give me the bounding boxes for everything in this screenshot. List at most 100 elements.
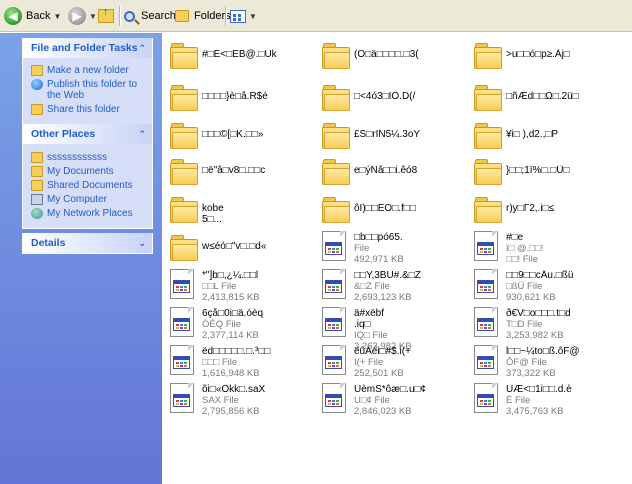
forward-button[interactable]: ▶ ▼: [68, 5, 97, 27]
item-size: 930,621 KB: [506, 292, 556, 303]
item-name: □□Y,3BU#.&□Z: [354, 270, 421, 281]
folder-item[interactable]: w≤éó□"v□.□d«: [166, 229, 318, 271]
views-dropdown-icon[interactable]: ▼: [249, 12, 257, 21]
file-item[interactable]: ëûÄéi□#$.i(+ I(+ File 252,501 KB: [318, 343, 470, 385]
task-publish-web[interactable]: Publish this folder to the Web: [31, 79, 148, 101]
file-item[interactable]: õi□«Ôkk□.saX SAX File 2,795,856 KB: [166, 381, 318, 423]
item-text: □ë"â□v8□.□□c: [202, 165, 314, 176]
file-item[interactable]: ä#xëbf .iq□ IQ□ File 3,263,982 KB: [318, 305, 470, 352]
item-text: #□É<□EB@.□Ùk: [202, 49, 314, 60]
item-name: ëûÄéi□#$.i(+: [354, 346, 411, 357]
folder-item[interactable]: #□É<□EB@.□Ùk: [166, 37, 318, 79]
views-button[interactable]: ▼: [230, 5, 257, 27]
item-name: ¥i□ ),d2.,□P: [506, 129, 559, 140]
item-type: &□Z File: [354, 281, 390, 292]
place-label: ssssssssssss: [47, 152, 107, 163]
item-text: □ñÆd□□Ω□.2ü□: [506, 91, 618, 102]
item-name: ÚèmS*ôæ□.u□¢: [354, 384, 427, 395]
place-my-network-places[interactable]: My Network Places: [31, 208, 148, 219]
item-type: SAX File: [202, 395, 239, 406]
file-icon: [470, 343, 502, 377]
item-size: 1,616,948 KB: [202, 368, 260, 379]
file-item[interactable]: ëd□□□□□.□.³□□ □□□ File 1,616,948 KB: [166, 343, 318, 385]
toolbar: ◀ Back ▼ ▶ ▼ ↑ Search Folders ▼: [0, 0, 632, 32]
item-text: ëd□□□□□.□.³□□ □□□ File 1,616,948 KB: [202, 346, 314, 379]
task-share-folder[interactable]: Share this folder: [31, 104, 148, 115]
item-size: 3,253,982 KB: [506, 330, 564, 341]
folder-item[interactable]: □ë"â□v8□.□□c: [166, 153, 318, 195]
folder-item[interactable]: r)y□Γ2,.i□≤: [470, 191, 622, 233]
folder-icon: [166, 153, 198, 187]
panel-title: Details: [31, 237, 66, 249]
item-size: 2,377,114 KB: [202, 330, 259, 341]
item-text: l□□~¼to□ß.ôF@ ÔF@ File 373,322 KB: [506, 346, 618, 379]
place-label: Shared Documents: [47, 180, 133, 191]
other-places-header[interactable]: Other Places ⌃: [23, 124, 152, 144]
folder-item[interactable]: ôI)□□ÉÓ□.f□□: [318, 191, 470, 233]
my-documents-icon: [31, 166, 43, 177]
search-icon: [124, 10, 140, 25]
file-item[interactable]: □b□□pó65. File 492,971 KB: [318, 229, 470, 271]
folder-icon: [166, 37, 198, 71]
search-label: Search: [141, 10, 176, 22]
item-size: 252,501 KB: [354, 368, 404, 379]
folder-item[interactable]: >u□□ó□p≥.Äj□: [470, 37, 622, 79]
place-label: My Computer: [47, 194, 108, 205]
item-type: T□D File: [506, 319, 543, 330]
file-item[interactable]: l□□~¼to□ß.ôF@ ÔF@ File 373,322 KB: [470, 343, 622, 385]
file-item[interactable]: 6çå□0i□ä.óèq ÓÈQ File 2,377,114 KB: [166, 305, 318, 347]
place-parent-folder[interactable]: ssssssssssss: [31, 152, 148, 163]
folder-item[interactable]: □ñÆd□□Ω□.2ü□: [470, 79, 622, 121]
file-item[interactable]: ð€V□o□□□.t□d T□D File 3,253,982 KB: [470, 305, 622, 347]
expand-chevron-icon[interactable]: ⌄: [138, 238, 146, 249]
file-item[interactable]: □□9□□cÄu.□ßü □ßÜ File 930,621 KB: [470, 267, 622, 309]
place-my-computer[interactable]: My Computer: [31, 194, 148, 205]
file-icon: [166, 381, 198, 415]
folder-item[interactable]: }□□;1ï%□.□Ü□: [470, 153, 622, 195]
file-folder-tasks-header[interactable]: File and Folder Tasks ⌃: [23, 38, 152, 58]
folder-item[interactable]: □□□□}è□å.R$é: [166, 79, 318, 121]
file-item[interactable]: □□Y,3BU#.&□Z &□Z File 2,693,123 KB: [318, 267, 470, 309]
item-name: □ñÆd□□Ω□.2ü□: [506, 91, 579, 102]
item-name: ÙÆ<□1i□□.d.è: [506, 384, 572, 395]
back-button[interactable]: ◀ Back ▼: [4, 5, 61, 27]
file-item[interactable]: *"]b□,¿¼.□□l □□L File 2,413,815 KB: [166, 267, 318, 309]
place-my-documents[interactable]: My Documents: [31, 166, 148, 177]
item-name: 6çå□0i□ä.óèq: [202, 308, 264, 319]
folders-button[interactable]: Folders: [175, 5, 231, 27]
folder-item[interactable]: (O□ä□□□□.□3(: [318, 37, 470, 79]
file-icon: [470, 305, 502, 339]
collapse-chevron-icon[interactable]: ⌃: [138, 43, 146, 54]
folder-icon: [318, 79, 350, 113]
item-text: #□e ï□ @.□□! □□! File: [506, 232, 618, 265]
file-icon: [318, 381, 350, 415]
collapse-chevron-icon[interactable]: ⌃: [138, 129, 146, 140]
search-button[interactable]: Search: [124, 5, 176, 27]
item-text: r)y□Γ2,.i□≤: [506, 203, 618, 214]
file-item[interactable]: #□e ï□ @.□□! □□! File: [470, 229, 622, 271]
file-item[interactable]: ÚèmS*ôæ□.u□¢ U□¢ File 2,846,023 KB: [318, 381, 470, 423]
shared-documents-icon: [31, 180, 43, 191]
details-header[interactable]: Details ⌄: [23, 233, 152, 253]
folder-item[interactable]: □<4ó3□IÖ.D(/: [318, 79, 470, 121]
item-text: *"]b□,¿¼.□□l □□L File 2,413,815 KB: [202, 270, 314, 303]
file-item[interactable]: ÙÆ<□1i□□.d.è È File 3,475,763 KB: [470, 381, 622, 423]
task-make-new-folder[interactable]: Make a new folder: [31, 65, 148, 76]
item-name: ëd□□□□□.□.³□□: [202, 346, 271, 357]
item-type: □□□ File: [202, 357, 238, 368]
folder-icon: [470, 37, 502, 71]
folder-item[interactable]: kobe 5□...: [166, 191, 318, 233]
folder-item[interactable]: e□ýÑã□□i.êó8: [318, 153, 470, 195]
item-text: ëûÄéi□#$.i(+ I(+ File 252,501 KB: [354, 346, 466, 379]
back-dropdown-icon[interactable]: ▼: [53, 12, 61, 21]
item-type: È File: [506, 395, 531, 406]
item-name: #□É<□EB@.□Ùk: [202, 49, 277, 60]
item-name: l□□~¼to□ß.ôF@: [506, 346, 580, 357]
up-folder-button[interactable]: ↑: [98, 5, 114, 27]
item-text: w≤éó□"v□.□d«: [202, 241, 314, 252]
item-text: □□Y,3BU#.&□Z &□Z File 2,693,123 KB: [354, 270, 466, 303]
folder-icon: [470, 117, 502, 151]
forward-dropdown-icon[interactable]: ▼: [89, 12, 97, 21]
place-shared-documents[interactable]: Shared Documents: [31, 180, 148, 191]
item-size: 3,475,763 KB: [506, 406, 564, 417]
